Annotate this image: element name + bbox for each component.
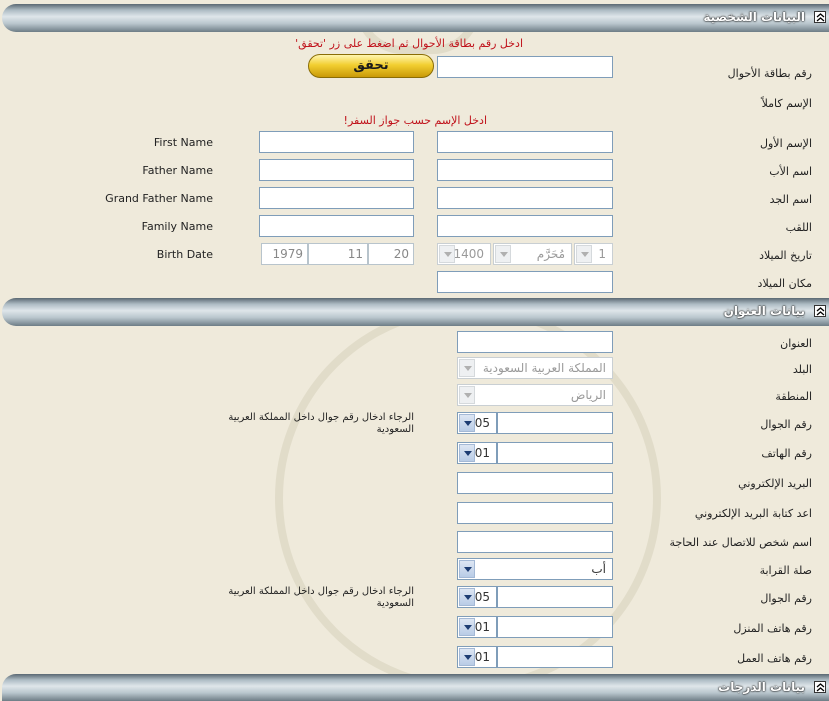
work-phone-label: رقم هاتف العمل bbox=[737, 652, 812, 665]
region-select[interactable]: الرياض bbox=[457, 384, 613, 406]
birth-place-input[interactable] bbox=[437, 271, 613, 293]
email-confirm-label: اعد كتابة البريد الإلكتروني bbox=[694, 507, 812, 520]
hijri-day-select[interactable]: 1 bbox=[574, 243, 613, 265]
email-input[interactable] bbox=[457, 472, 613, 494]
section-header-personal[interactable]: البيانات الشخصية bbox=[2, 4, 829, 32]
home-phone-label: رقم هاتف المنزل bbox=[733, 622, 812, 635]
passport-hint: ادخل الإسم حسب جواز السفر! bbox=[343, 114, 487, 127]
hijri-year-select[interactable]: 1400 bbox=[437, 243, 491, 265]
collapse-icon[interactable] bbox=[814, 681, 826, 693]
chevron-down-icon bbox=[576, 245, 592, 263]
collapse-icon[interactable] bbox=[814, 11, 826, 23]
emergency-mobile-prefix-select[interactable]: 05 bbox=[457, 586, 497, 608]
chevron-down-icon bbox=[459, 359, 475, 377]
grandfather-name-ar-label: اسم الجد bbox=[769, 193, 812, 206]
grandfather-name-en-label: Grand Father Name bbox=[105, 192, 213, 205]
birth-date-en-label: Birth Date bbox=[156, 248, 213, 261]
father-name-ar-input[interactable] bbox=[437, 159, 613, 181]
family-name-en-label: Family Name bbox=[141, 220, 213, 233]
birth-date-ar-label: تاريخ الميلاد bbox=[759, 249, 812, 262]
emergency-mobile-label: رقم الجوال bbox=[760, 592, 812, 605]
grandfather-name-en-input[interactable] bbox=[259, 187, 414, 209]
address-label: العنوان bbox=[780, 337, 812, 350]
section-title-address: بيانات العنوان bbox=[723, 304, 805, 318]
section-header-grades[interactable]: بيانات الدرجات bbox=[2, 674, 829, 701]
mobile-note: الرجاء ادخال رقم جوال داخل المملكة العرب… bbox=[228, 412, 414, 435]
email-confirm-input[interactable] bbox=[457, 502, 613, 524]
work-phone-prefix-select[interactable]: 01 bbox=[457, 646, 497, 668]
chevron-down-icon bbox=[459, 618, 475, 636]
birth-place-label: مكان الميلاد bbox=[757, 277, 812, 290]
grandfather-name-ar-input[interactable] bbox=[437, 187, 613, 209]
civil-id-input[interactable] bbox=[437, 56, 613, 78]
country-select[interactable]: المملكة العربية السعودية bbox=[457, 357, 613, 379]
greg-month-input[interactable] bbox=[308, 243, 368, 265]
first-name-en-label: First Name bbox=[153, 136, 213, 149]
emergency-name-input[interactable] bbox=[457, 531, 613, 553]
father-name-en-input[interactable] bbox=[259, 159, 414, 181]
email-label: البريد الإلكتروني bbox=[738, 477, 812, 490]
section-title-grades: بيانات الدرجات bbox=[718, 680, 805, 694]
section-title-personal: البيانات الشخصية bbox=[703, 10, 805, 24]
hijri-month-select[interactable]: مُحَرَّم bbox=[493, 243, 572, 265]
verify-hint: ادخل رقم بطاقة الأحوال ثم اضغط على زر 'ت… bbox=[295, 37, 523, 50]
first-name-ar-label: الإسم الأول bbox=[760, 137, 812, 150]
family-name-ar-input[interactable] bbox=[437, 215, 613, 237]
home-phone-input[interactable] bbox=[497, 616, 613, 638]
phone-input[interactable] bbox=[497, 442, 613, 464]
work-phone-input[interactable] bbox=[497, 646, 613, 668]
chevron-down-icon bbox=[459, 588, 475, 606]
mobile-label: رقم الجوال bbox=[760, 418, 812, 431]
chevron-down-icon bbox=[459, 444, 475, 462]
civil-id-label: رقم بطاقة الأحوال bbox=[727, 67, 812, 80]
section-header-address[interactable]: بيانات العنوان bbox=[2, 298, 829, 326]
relation-label: صلة القرابة bbox=[759, 564, 812, 577]
mobile-input[interactable] bbox=[497, 412, 613, 434]
emergency-mobile-input[interactable] bbox=[497, 586, 613, 608]
first-name-ar-input[interactable] bbox=[437, 131, 613, 153]
father-name-en-label: Father Name bbox=[142, 164, 213, 177]
first-name-en-input[interactable] bbox=[259, 131, 414, 153]
greg-day-input[interactable] bbox=[368, 243, 414, 265]
greg-year-input[interactable] bbox=[261, 243, 308, 265]
relation-select[interactable]: أب bbox=[457, 558, 613, 580]
phone-label: رقم الهاتف bbox=[761, 447, 812, 460]
home-phone-prefix-select[interactable]: 01 bbox=[457, 616, 497, 638]
collapse-icon[interactable] bbox=[814, 305, 826, 317]
family-name-ar-label: اللقب bbox=[785, 221, 812, 234]
phone-prefix-select[interactable]: 01 bbox=[457, 442, 497, 464]
emergency-mobile-note: الرجاء ادخال رقم جوال داخل المملكة العرب… bbox=[228, 586, 414, 609]
chevron-down-icon bbox=[459, 414, 475, 432]
chevron-down-icon bbox=[459, 386, 475, 404]
family-name-en-input[interactable] bbox=[259, 215, 414, 237]
address-input[interactable] bbox=[457, 331, 613, 353]
mobile-prefix-select[interactable]: 05 bbox=[457, 412, 497, 434]
chevron-down-icon bbox=[495, 245, 511, 263]
father-name-ar-label: اسم الأب bbox=[769, 165, 812, 178]
chevron-down-icon bbox=[459, 648, 475, 666]
chevron-down-icon bbox=[459, 560, 475, 578]
verify-button[interactable]: تحقق bbox=[308, 54, 434, 78]
country-label: البلد bbox=[792, 363, 812, 376]
emergency-name-label: اسم شخص للاتصال عند الحاجة bbox=[669, 536, 812, 549]
fullname-label: الإسم كاملاً bbox=[761, 97, 812, 110]
region-label: المنطقة bbox=[775, 390, 812, 403]
